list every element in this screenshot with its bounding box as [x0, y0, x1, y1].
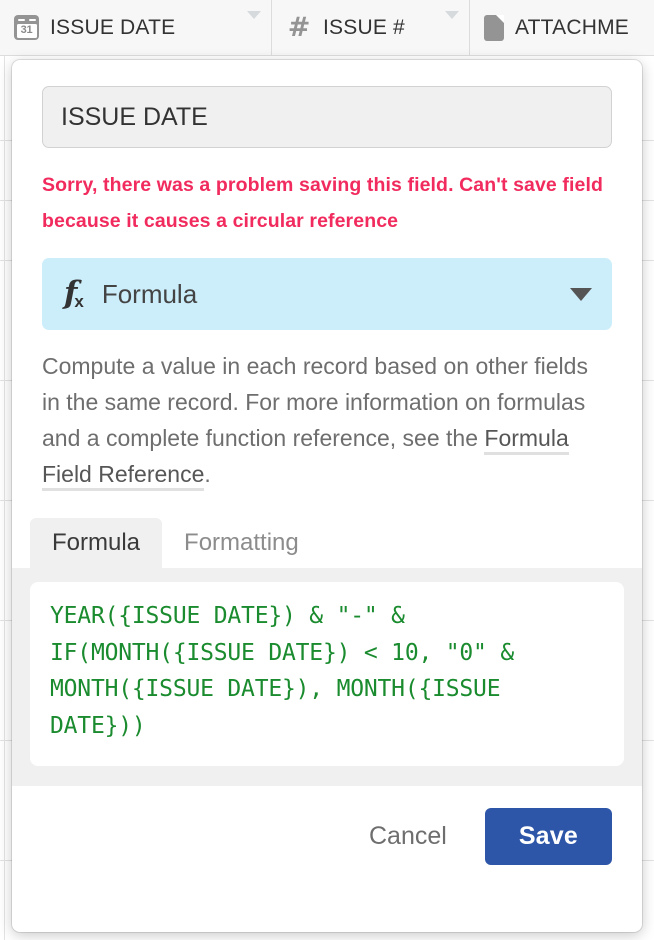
column-header-issue-date[interactable]: 31 ISSUE DATE	[0, 0, 272, 55]
error-message: Sorry, there was a problem saving this f…	[42, 174, 603, 232]
field-name-input[interactable]: ISSUE DATE	[42, 86, 612, 148]
chevron-down-icon[interactable]	[235, 10, 261, 37]
column-header-label: ISSUE #	[323, 15, 405, 39]
column-header-attachments[interactable]: ATTACHME	[470, 0, 654, 55]
field-type-description: Compute a value in each record based on …	[42, 348, 612, 492]
fx-icon: fx	[64, 275, 84, 311]
description-text-after: .	[204, 461, 211, 487]
calendar-31-icon: 31	[14, 15, 39, 40]
formula-code-text[interactable]: YEAR({ISSUE DATE}) & "-" & IF(MONTH({ISS…	[50, 598, 604, 744]
calendar-icon-day: 31	[16, 24, 37, 38]
formula-section: YEAR({ISSUE DATE}) & "-" & IF(MONTH({ISS…	[12, 568, 642, 786]
editor-tabs: Formula Formatting	[12, 518, 642, 568]
editor-footer: Cancel Save	[12, 786, 642, 865]
tab-formula[interactable]: Formula	[30, 518, 163, 568]
field-header-bar: 31 ISSUE DATE # ISSUE # ATTACHME	[0, 0, 654, 56]
formula-input-box[interactable]: YEAR({ISSUE DATE}) & "-" & IF(MONTH({ISS…	[30, 582, 624, 766]
column-header-label: ISSUE DATE	[50, 15, 176, 39]
cancel-button[interactable]: Cancel	[353, 812, 463, 861]
field-type-select[interactable]: fx Formula	[42, 258, 612, 330]
field-type-label: Formula	[101, 278, 198, 309]
chevron-down-icon[interactable]	[433, 10, 459, 37]
hash-icon: #	[287, 11, 311, 43]
tab-formatting[interactable]: Formatting	[162, 518, 321, 568]
column-header-issue-number[interactable]: # ISSUE #	[272, 0, 470, 55]
attachment-doc-icon	[484, 14, 504, 41]
field-editor-panel: ISSUE DATE Sorry, there was a problem sa…	[12, 60, 642, 932]
chevron-down-icon[interactable]	[570, 287, 592, 301]
save-button[interactable]: Save	[484, 808, 612, 865]
column-header-label: ATTACHME	[515, 15, 629, 39]
